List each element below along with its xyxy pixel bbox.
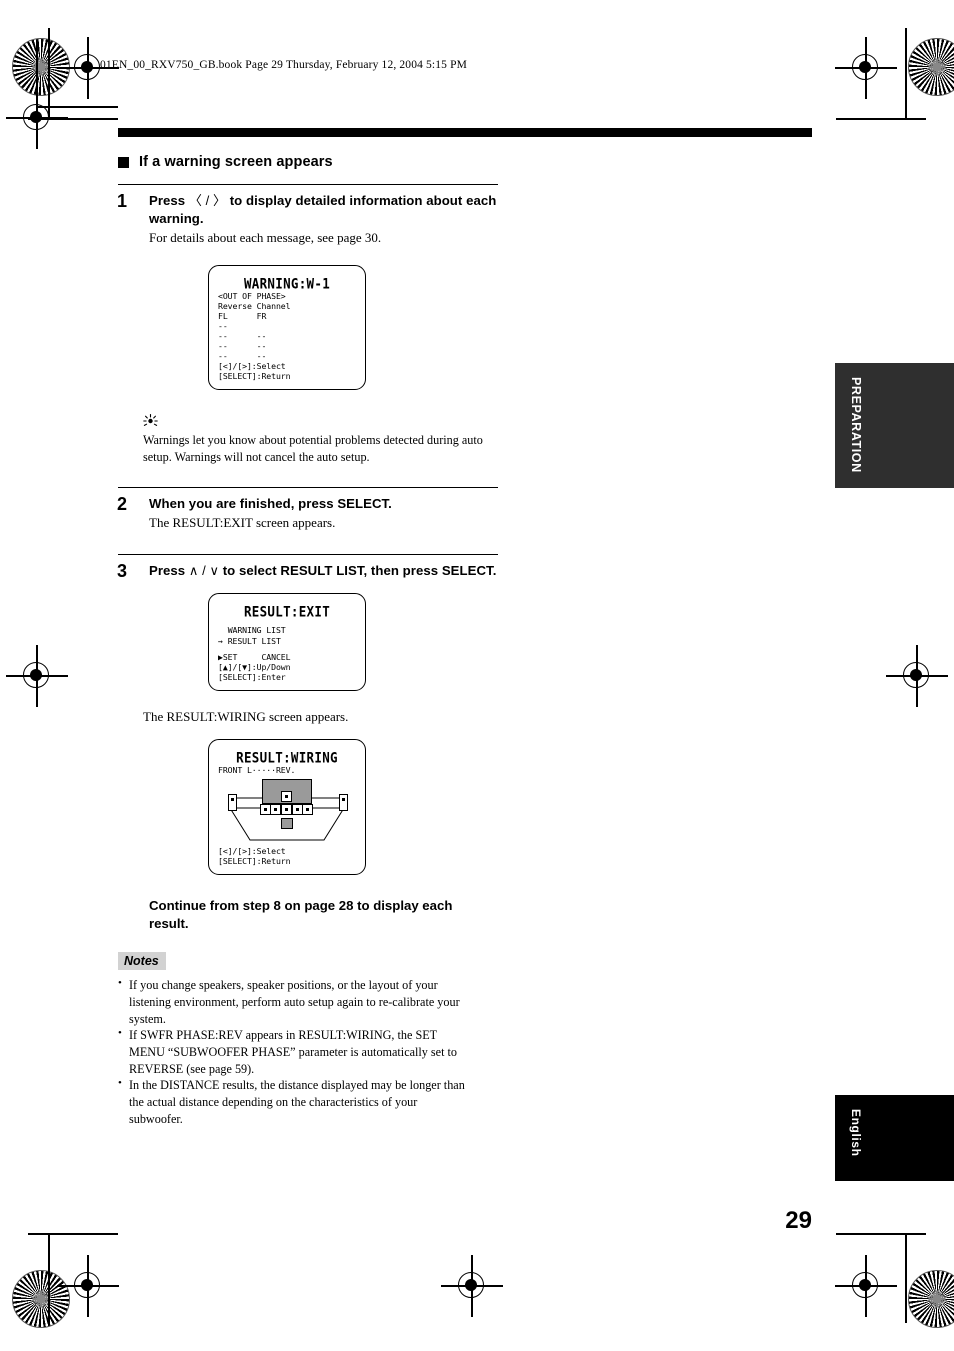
osd-exit-options: ▶SET CANCEL	[218, 651, 291, 662]
registration-mark-top-right	[835, 37, 897, 99]
osd-exit-cursor-0	[218, 625, 223, 635]
side-tab-english: English	[835, 1095, 954, 1181]
registration-mark-mid-left	[6, 645, 68, 707]
trim-line-top-right-h	[836, 118, 926, 120]
registration-mark-mid-right	[886, 645, 948, 707]
speaker-front-right	[302, 803, 313, 815]
trim-line-bottom-left-v	[48, 1233, 50, 1323]
osd-exit-footer-0: [▲]/[▼]:Up/Down	[218, 661, 291, 672]
continue-instruction: Continue from step 8 on page 28 to displ…	[149, 898, 453, 931]
note-item: If you change speakers, speaker position…	[118, 976, 470, 1027]
step-1-subtext: For details about each message, see page…	[149, 230, 382, 246]
osd-exit-title: RESULT:EXIT	[243, 603, 331, 621]
osd-warning-line-3: --	[218, 320, 228, 331]
halftone-star-target-bottom-left	[12, 1270, 70, 1328]
notes-list: If you change speakers, speaker position…	[118, 976, 470, 1127]
halftone-star-target-top-right	[908, 38, 954, 96]
osd-warning-footer-0: [<]/[>]:Select	[218, 361, 286, 372]
osd-warning-line-2: FL FR	[218, 310, 267, 321]
side-tab-preparation: PREPARATION	[835, 363, 954, 488]
side-tab-preparation-label: PREPARATION	[849, 377, 863, 473]
trim-line-bottom-right-h	[836, 1233, 926, 1235]
speaker-right-surround	[339, 793, 348, 811]
tip-text: Warnings let you know about potential pr…	[143, 433, 483, 464]
osd-warning-title: WARNING:W-1	[243, 274, 331, 292]
registration-mark-bottom-left	[57, 1255, 119, 1317]
page-number: 29	[785, 1207, 812, 1234]
step-3: 3 Press ∧ / ∨ to select RESULT LIST, the…	[117, 553, 498, 581]
osd-warning-line-5: -- --	[218, 341, 267, 352]
note-item: In the DISTANCE results, the distance di…	[118, 1076, 470, 1127]
book-file-header: 01EN_00_RXV750_GB.book Page 29 Thursday,…	[100, 59, 468, 71]
up-down-chevron-icon: ∧ / ∨	[188, 562, 220, 578]
osd-wiring-subtitle: FRONT L·····REV.	[218, 764, 296, 775]
registration-mark-bottom-center	[441, 1255, 503, 1317]
trim-line-top-left-h	[28, 118, 118, 120]
speaker-center	[281, 790, 292, 802]
tip-sunburst-svg	[143, 414, 158, 427]
step-1-number: 1	[117, 191, 128, 211]
step-1: 1 Press 〈 / 〉 to display detailed inform…	[117, 184, 498, 247]
osd-screen-result-exit: RESULT:EXIT WARNING LIST → RESULT LIST ▶…	[208, 593, 366, 691]
speaker-left-surround	[228, 793, 237, 811]
trim-line-bottom-right-v	[905, 1233, 907, 1323]
osd-exit-menu-item-0: WARNING LIST	[218, 625, 356, 635]
tip-sunburst-icon	[143, 414, 483, 430]
step-3-number: 3	[117, 560, 128, 581]
trim-line-top-left-v	[48, 28, 50, 118]
trim-line-bottom-left-h	[28, 1233, 118, 1235]
osd-exit-footer-1: [SELECT]:Enter	[218, 671, 286, 682]
speaker-layout-diagram	[224, 778, 350, 844]
osd-wiring-footer-0: [<]/[>]:Select	[218, 845, 286, 856]
osd-exit-menu-item-1: → RESULT LIST	[218, 636, 356, 646]
side-tab-english-label: English	[849, 1109, 863, 1157]
step-2: 2 When you are finished, press SELECT. T…	[117, 486, 498, 532]
halftone-star-target-bottom-right	[908, 1270, 954, 1328]
osd-warning-footer-1: [SELECT]:Return	[218, 371, 291, 382]
speaker-front-left-inner	[270, 803, 281, 815]
step-1-title: Press 〈 / 〉 to display detailed informat…	[149, 192, 498, 227]
subwoofer-shape	[281, 817, 293, 829]
osd-warning-line-1: Reverse Channel	[218, 300, 291, 311]
osd-warning-line-6: -- --	[218, 351, 267, 362]
step-3-title: Press ∧ / ∨ to select RESULT LIST, then …	[149, 562, 498, 580]
left-right-chevron-icon: 〈 / 〉	[188, 193, 226, 208]
notes-label: Notes	[118, 952, 166, 971]
section-heading-label: If a warning screen appears	[139, 154, 333, 170]
speaker-center-lower	[281, 803, 292, 815]
wiring-intro-text: The RESULT:WIRING screen appears.	[143, 708, 349, 724]
step-2-subtext: The RESULT:EXIT screen appears.	[149, 515, 336, 531]
section-heading: If a warning screen appears	[118, 154, 498, 170]
osd-wiring-title: RESULT:WIRING	[236, 748, 338, 766]
step-3-title-pre: Press	[149, 562, 189, 578]
osd-screen-warning: WARNING:W-1 <OUT OF PHASE> Reverse Chann…	[208, 264, 366, 391]
step-1-title-pre: Press	[149, 193, 189, 208]
osd-warning-line-0: <OUT OF PHASE>	[218, 290, 286, 301]
step-2-title: When you are finished, press SELECT.	[149, 495, 392, 511]
osd-exit-label-0: WARNING LIST	[227, 625, 286, 636]
section-header-bar: AUTO SETUP	[118, 128, 812, 265]
note-item: If SWFR PHASE:REV appears in RESULT:WIRI…	[118, 1026, 470, 1077]
registration-mark-bottom-right	[835, 1255, 897, 1317]
osd-screen-result-wiring: RESULT:WIRING FRONT L·····REV. [<]/[>]:S…	[208, 738, 366, 876]
trim-line-top-right-v	[905, 28, 907, 118]
section-header-label: AUTO SETUP	[596, 254, 670, 266]
osd-exit-label-1: RESULT LIST	[227, 635, 281, 646]
page-content: If a warning screen appears 1 Press 〈 / …	[117, 150, 498, 1127]
osd-warning-line-4: -- --	[218, 330, 267, 341]
step-2-number: 2	[117, 493, 128, 514]
step-3-title-post: to select RESULT LIST, then press SELECT…	[219, 562, 497, 578]
tip-block: Warnings let you know about potential pr…	[143, 414, 483, 464]
osd-exit-cursor-1: →	[218, 635, 223, 646]
trim-line-top-left-h2	[36, 106, 118, 108]
bullet-square-icon	[118, 156, 129, 168]
osd-wiring-footer-1: [SELECT]:Return	[218, 855, 291, 866]
